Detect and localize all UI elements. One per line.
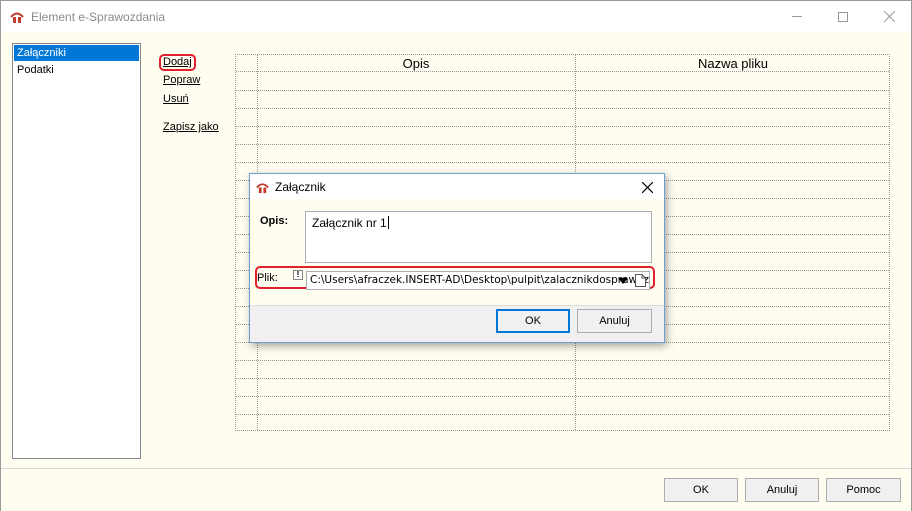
table-row bbox=[236, 414, 889, 415]
file-path-value: C:\Users\afraczek.INSERT-AD\Desktop\pulp… bbox=[310, 274, 650, 286]
save-as-link[interactable]: Zapisz jako bbox=[163, 121, 219, 133]
text-caret bbox=[387, 216, 389, 229]
table-row bbox=[236, 144, 889, 145]
description-textarea[interactable]: Załącznik nr 1 bbox=[305, 211, 652, 263]
dialog-footer: OK Anuluj bbox=[250, 305, 664, 342]
cancel-button[interactable]: Anuluj bbox=[745, 478, 819, 502]
file-path-combobox[interactable]: C:\Users\afraczek.INSERT-AD\Desktop\pulp… bbox=[306, 271, 650, 290]
minimize-icon bbox=[792, 16, 802, 17]
dialog-title-bar[interactable]: Załącznik bbox=[250, 174, 664, 199]
close-button[interactable] bbox=[866, 1, 912, 32]
app-logo-icon bbox=[10, 12, 24, 23]
dialog-body: Opis: Załącznik nr 1 Plik: ! C:\Users\af… bbox=[250, 199, 664, 305]
dialog-ok-button[interactable]: OK bbox=[496, 309, 570, 333]
table-row bbox=[236, 360, 889, 361]
table-row bbox=[236, 90, 889, 91]
attachment-dialog: Załącznik Opis: Załącznik nr 1 Plik: ! C… bbox=[249, 173, 665, 343]
table-row bbox=[236, 108, 889, 109]
window-title: Element e-Sprawozdania bbox=[31, 10, 166, 24]
table-row bbox=[236, 396, 889, 397]
table-row bbox=[236, 162, 889, 163]
ok-button[interactable]: OK bbox=[664, 478, 738, 502]
close-icon bbox=[641, 181, 653, 193]
dialog-close-button[interactable] bbox=[636, 176, 658, 198]
file-label: Plik: bbox=[257, 272, 278, 284]
browse-file-icon[interactable] bbox=[635, 274, 646, 287]
required-marker-icon: ! bbox=[293, 270, 303, 280]
dialog-cancel-button[interactable]: Anuluj bbox=[577, 309, 652, 333]
section-item-podatki[interactable]: Podatki bbox=[14, 62, 139, 78]
chevron-down-icon[interactable] bbox=[617, 275, 629, 287]
description-label: Opis: bbox=[260, 215, 289, 227]
table-row bbox=[236, 126, 889, 127]
add-link[interactable]: Dodaj bbox=[163, 56, 192, 68]
delete-link[interactable]: Usuń bbox=[163, 93, 189, 105]
section-list: Załączniki Podatki bbox=[12, 43, 141, 459]
minimize-button[interactable] bbox=[774, 1, 820, 32]
close-icon bbox=[883, 11, 895, 22]
app-logo-icon bbox=[256, 183, 269, 194]
description-value: Załącznik nr 1 bbox=[312, 216, 387, 230]
edit-link[interactable]: Popraw bbox=[163, 74, 200, 86]
dialog-title: Załącznik bbox=[275, 180, 326, 194]
maximize-icon bbox=[838, 11, 848, 22]
column-header-nazwa-pliku[interactable]: Nazwa pliku bbox=[575, 56, 889, 71]
maximize-button[interactable] bbox=[820, 1, 866, 32]
help-button[interactable]: Pomoc bbox=[826, 478, 901, 502]
section-item-zalaczniki[interactable]: Załączniki bbox=[14, 45, 139, 61]
table-row bbox=[236, 378, 889, 379]
table-header: Opis Nazwa pliku bbox=[236, 55, 889, 72]
title-bar[interactable]: Element e-Sprawozdania bbox=[1, 1, 911, 32]
column-header-opis[interactable]: Opis bbox=[257, 56, 575, 71]
file-row: Plik: ! C:\Users\afraczek.INSERT-AD\Desk… bbox=[255, 269, 657, 291]
